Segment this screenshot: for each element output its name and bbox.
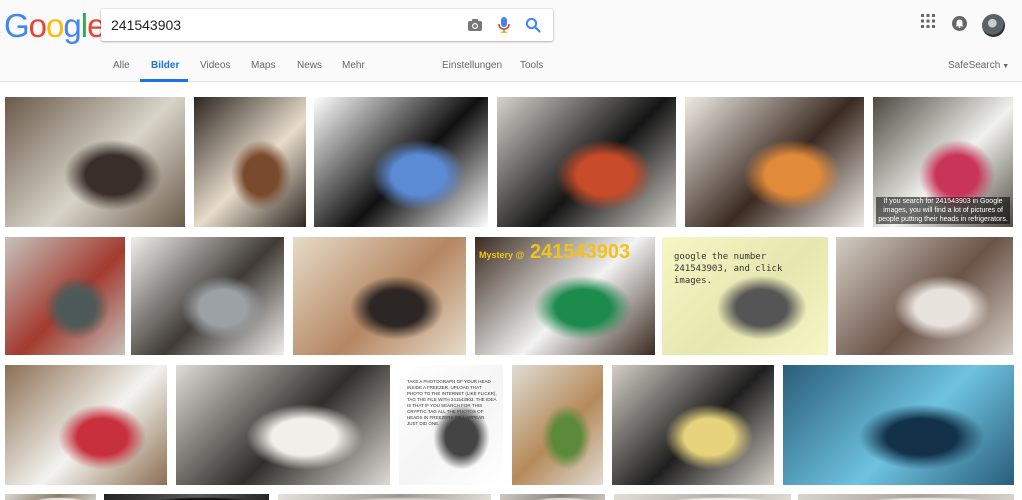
google-logo[interactable]: Google [4, 7, 105, 44]
search-icon[interactable] [523, 15, 543, 35]
image-thumbnail [5, 494, 96, 500]
tab-news[interactable]: News [297, 60, 322, 71]
image-thumbnail [5, 237, 125, 355]
search-box [101, 9, 553, 41]
image-result[interactable] [612, 365, 774, 485]
avatar[interactable] [982, 14, 1005, 37]
image-thumbnail [497, 97, 676, 227]
image-thumbnail [104, 494, 269, 500]
image-thumbnail [293, 237, 466, 355]
tab-bilder[interactable]: Bilder [151, 60, 179, 71]
tab-alle[interactable]: Alle [113, 60, 130, 71]
image-result[interactable]: Mystery @ 241543903 [475, 237, 655, 355]
camera-icon[interactable] [465, 15, 485, 35]
tools-link[interactable]: Tools [520, 60, 543, 71]
apps-grid-icon[interactable] [921, 14, 935, 33]
image-caption: 241543903 [530, 241, 631, 263]
image-thumbnail [836, 237, 1013, 355]
image-result[interactable] [614, 494, 791, 500]
tab-maps[interactable]: Maps [251, 60, 275, 71]
image-result[interactable] [836, 237, 1013, 355]
notifications-icon[interactable] [952, 16, 967, 36]
image-caption: google the number 241543903, and click i… [674, 252, 783, 286]
image-result[interactable] [293, 237, 466, 355]
image-thumbnail [500, 494, 605, 500]
image-thumbnail [131, 237, 284, 355]
image-result[interactable] [314, 97, 488, 227]
logo-letter: G [4, 7, 30, 44]
image-thumbnail [685, 97, 864, 227]
image-result[interactable] [5, 365, 167, 485]
image-result[interactable] [104, 494, 269, 500]
image-result[interactable]: If you search for 241543903 in Google im… [873, 97, 1013, 227]
image-result[interactable] [131, 237, 284, 355]
image-result[interactable] [176, 365, 390, 485]
caret-down-icon: ▼ [1002, 63, 1010, 70]
image-result[interactable] [783, 365, 1014, 485]
image-result[interactable] [278, 494, 491, 500]
image-result[interactable] [798, 494, 1014, 500]
search-input[interactable] [111, 9, 451, 41]
image-result[interactable] [512, 365, 603, 485]
image-result[interactable] [194, 97, 306, 227]
image-result[interactable] [497, 97, 676, 227]
image-result[interactable] [685, 97, 864, 227]
image-thumbnail [278, 494, 491, 500]
tab-videos[interactable]: Videos [200, 60, 230, 71]
image-thumbnail [5, 97, 185, 227]
image-thumbnail [5, 365, 167, 485]
image-caption: TAKE A PHOTOGRAPH OF YOUR HEAD INSIDE A … [407, 379, 497, 426]
image-result[interactable] [5, 237, 125, 355]
search-tabs: Alle Bilder Videos Maps News Mehr Einste… [0, 50, 1022, 82]
image-result[interactable] [5, 494, 96, 500]
logo-letter: g [63, 7, 81, 44]
image-caption: If you search for 241543903 in Google im… [876, 197, 1010, 224]
microphone-icon[interactable] [494, 15, 514, 35]
image-caption-prefix: Mystery @ [479, 250, 525, 260]
tab-mehr[interactable]: Mehr [342, 60, 365, 71]
image-thumbnail [512, 365, 603, 485]
image-thumbnail [798, 494, 1014, 500]
safesearch-dropdown[interactable]: SafeSearch ▼ [948, 60, 1009, 71]
logo-letter: o [46, 7, 64, 44]
image-result[interactable] [5, 97, 185, 227]
image-thumbnail [314, 97, 488, 227]
image-thumbnail [614, 494, 791, 500]
logo-letter: o [28, 7, 47, 44]
image-result[interactable]: TAKE A PHOTOGRAPH OF YOUR HEAD INSIDE A … [399, 365, 503, 485]
header: Google Alle Bilder Videos Maps News Mehr… [0, 0, 1022, 82]
image-thumbnail [612, 365, 774, 485]
image-results-grid: If you search for 241543903 in Google im… [0, 82, 1022, 500]
image-thumbnail [176, 365, 390, 485]
settings-link[interactable]: Einstellungen [442, 60, 502, 71]
safesearch-label: SafeSearch [948, 60, 1001, 71]
image-thumbnail [783, 365, 1014, 485]
image-result[interactable]: google the number 241543903, and click i… [662, 237, 828, 355]
image-result[interactable] [500, 494, 605, 500]
image-thumbnail [194, 97, 306, 227]
